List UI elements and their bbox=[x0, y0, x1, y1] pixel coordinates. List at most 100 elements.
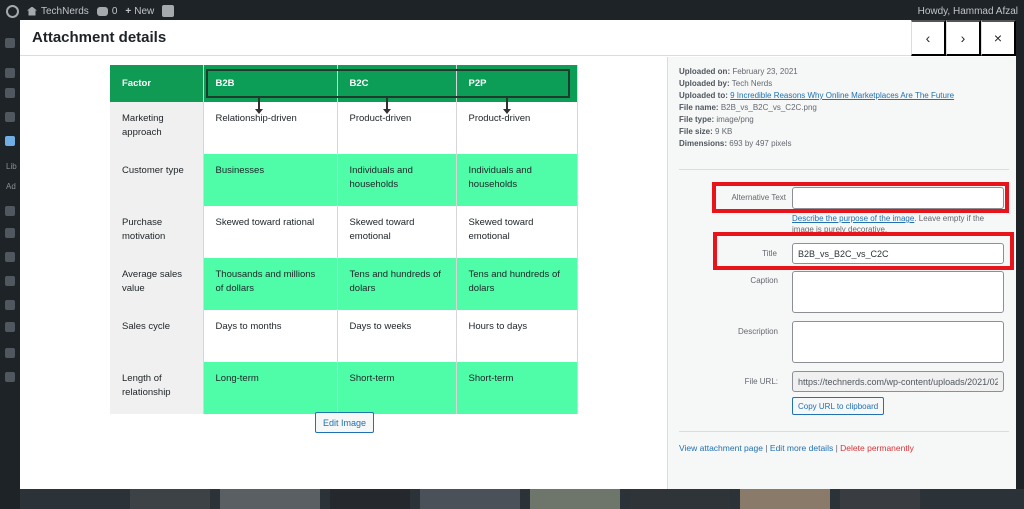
media-thumbnail[interactable] bbox=[740, 489, 830, 509]
b2b-cell: Thousands and millions of dollars bbox=[203, 258, 338, 310]
modal-title: Attachment details bbox=[32, 29, 167, 46]
delete-permanently-link[interactable]: Delete permanently bbox=[840, 443, 914, 453]
edit-image-button[interactable]: Edit Image bbox=[315, 412, 375, 433]
file-details: Uploaded on: February 23, 2021 Uploaded … bbox=[679, 67, 955, 148]
close-modal-button[interactable]: × bbox=[981, 20, 1016, 56]
dashboard-icon[interactable] bbox=[5, 38, 15, 48]
new-content-link[interactable]: + New bbox=[125, 6, 154, 17]
comparison-table-image: Factor B2B B2C P2P Marketing approach Rel… bbox=[110, 65, 578, 414]
media-icon[interactable] bbox=[5, 136, 15, 146]
attachment-preview: Factor B2B B2C P2P Marketing approach Rel… bbox=[20, 57, 667, 489]
p2p-cell: Hours to days bbox=[456, 310, 578, 362]
file-url-input[interactable] bbox=[792, 371, 1004, 392]
factor-cell: Customer type bbox=[110, 154, 204, 206]
marketplace-icon[interactable] bbox=[5, 88, 15, 98]
p2p-cell: Product-driven bbox=[456, 102, 578, 154]
attachment-actions: View attachment page | Edit more details… bbox=[679, 443, 914, 453]
b2c-cell: Short-term bbox=[337, 362, 457, 414]
b2c-cell: Individuals and households bbox=[337, 154, 457, 206]
comment-bubble-icon bbox=[96, 6, 108, 16]
appearance-icon[interactable] bbox=[5, 276, 15, 286]
site-name-link[interactable]: TechNerds bbox=[27, 6, 89, 17]
media-thumbnail[interactable] bbox=[840, 489, 920, 509]
title-highlight-box bbox=[713, 232, 1014, 270]
divider bbox=[679, 431, 1009, 432]
divider bbox=[679, 169, 1009, 170]
yoast-menu-icon[interactable] bbox=[5, 348, 15, 358]
caption-textarea[interactable] bbox=[792, 271, 1004, 313]
table-row: Purchase motivation Skewed toward rationa… bbox=[110, 206, 578, 258]
header-highlight-box bbox=[206, 69, 570, 98]
menu-library-text[interactable]: Lib bbox=[6, 162, 17, 171]
comments-link[interactable]: 0 bbox=[96, 6, 117, 17]
uploaded-to-link[interactable]: 9 Incredible Reasons Why Online Marketpl… bbox=[730, 91, 954, 100]
file-type-value: image/png bbox=[716, 115, 754, 124]
p2p-cell: Short-term bbox=[456, 362, 578, 414]
header-factor: Factor bbox=[110, 65, 204, 102]
chevron-left-icon: ‹ bbox=[925, 30, 931, 46]
p2p-cell: Individuals and households bbox=[456, 154, 578, 206]
b2b-cell: Long-term bbox=[203, 362, 338, 414]
admin-menu: Lib Ad bbox=[0, 22, 20, 509]
wordpress-logo-icon[interactable] bbox=[6, 4, 19, 18]
factor-cell: Length of relationship bbox=[110, 362, 204, 414]
alt-text-highlight-box bbox=[712, 182, 1009, 213]
file-size-value: 9 KB bbox=[715, 127, 733, 136]
p2p-cell: Skewed toward emotional bbox=[456, 206, 578, 258]
table-row: Average sales value Thousands and million… bbox=[110, 258, 578, 310]
media-thumbnail[interactable] bbox=[220, 489, 320, 509]
comments-icon[interactable] bbox=[5, 228, 15, 238]
seo-icon[interactable] bbox=[5, 112, 15, 122]
uploaded-by-value: Tech Nerds bbox=[731, 79, 773, 88]
table-row: Length of relationship Long-term Short-ter… bbox=[110, 362, 578, 414]
dimensions-value: 693 by 497 pixels bbox=[729, 139, 792, 148]
admin-bar: TechNerds 0 + New Howdy, Hammad Afzal bbox=[0, 0, 1024, 22]
mail-icon[interactable] bbox=[5, 252, 15, 262]
media-thumbnail[interactable] bbox=[630, 489, 730, 509]
description-textarea[interactable] bbox=[792, 321, 1004, 363]
b2b-cell: Relationship-driven bbox=[203, 102, 338, 154]
settings-icon[interactable] bbox=[5, 372, 15, 382]
posts-icon[interactable] bbox=[5, 68, 15, 78]
description-label: Description bbox=[737, 327, 778, 336]
file-name-value: B2B_vs_B2C_vs_C2C.png bbox=[720, 103, 817, 112]
account-greeting[interactable]: Howdy, Hammad Afzal bbox=[918, 6, 1018, 17]
p2p-cell: Tens and hundreds of dolars bbox=[456, 258, 578, 310]
edit-more-details-link[interactable]: Edit more details bbox=[770, 443, 833, 453]
media-thumbnail[interactable] bbox=[420, 489, 520, 509]
media-thumbnail[interactable] bbox=[530, 489, 620, 509]
yoast-link[interactable] bbox=[162, 5, 175, 17]
next-attachment-button[interactable]: › bbox=[946, 20, 981, 56]
attachment-sidebar: Uploaded on: February 23, 2021 Uploaded … bbox=[667, 57, 1016, 489]
file-url-label: File URL: bbox=[744, 377, 778, 386]
arrow-down-icon bbox=[383, 98, 391, 114]
media-thumbnail[interactable] bbox=[130, 489, 210, 509]
factor-cell: Marketing approach bbox=[110, 102, 204, 154]
b2b-cell: Days to months bbox=[203, 310, 338, 362]
b2c-cell: Product-driven bbox=[337, 102, 457, 154]
pages-icon[interactable] bbox=[5, 206, 15, 216]
factor-cell: Sales cycle bbox=[110, 310, 204, 362]
attachment-details-modal: Attachment details ‹ › × Factor B2B B2C … bbox=[20, 20, 1016, 489]
alt-text-help-link[interactable]: Describe the purpose of the image bbox=[792, 214, 914, 223]
menu-add-new-text[interactable]: Ad bbox=[6, 182, 16, 191]
b2b-cell: Skewed toward rational bbox=[203, 206, 338, 258]
close-icon: × bbox=[993, 30, 1003, 46]
chevron-right-icon: › bbox=[960, 30, 966, 46]
users-icon[interactable] bbox=[5, 300, 15, 310]
caption-label: Caption bbox=[750, 276, 778, 285]
home-icon bbox=[27, 6, 37, 16]
factor-cell: Purchase motivation bbox=[110, 206, 204, 258]
arrow-down-icon bbox=[255, 98, 263, 114]
yoast-icon bbox=[162, 5, 175, 17]
view-attachment-page-link[interactable]: View attachment page bbox=[679, 443, 763, 453]
media-thumbnail[interactable] bbox=[330, 489, 410, 509]
previous-attachment-button[interactable]: ‹ bbox=[911, 20, 946, 56]
copy-url-button[interactable]: Copy URL to clipboard bbox=[792, 397, 885, 415]
modal-header: Attachment details ‹ › × bbox=[20, 20, 1016, 56]
tools-icon[interactable] bbox=[5, 322, 15, 332]
factor-cell: Average sales value bbox=[110, 258, 204, 310]
b2b-cell: Businesses bbox=[203, 154, 338, 206]
arrow-down-icon bbox=[503, 98, 511, 114]
b2c-cell: Skewed toward emotional bbox=[337, 206, 457, 258]
